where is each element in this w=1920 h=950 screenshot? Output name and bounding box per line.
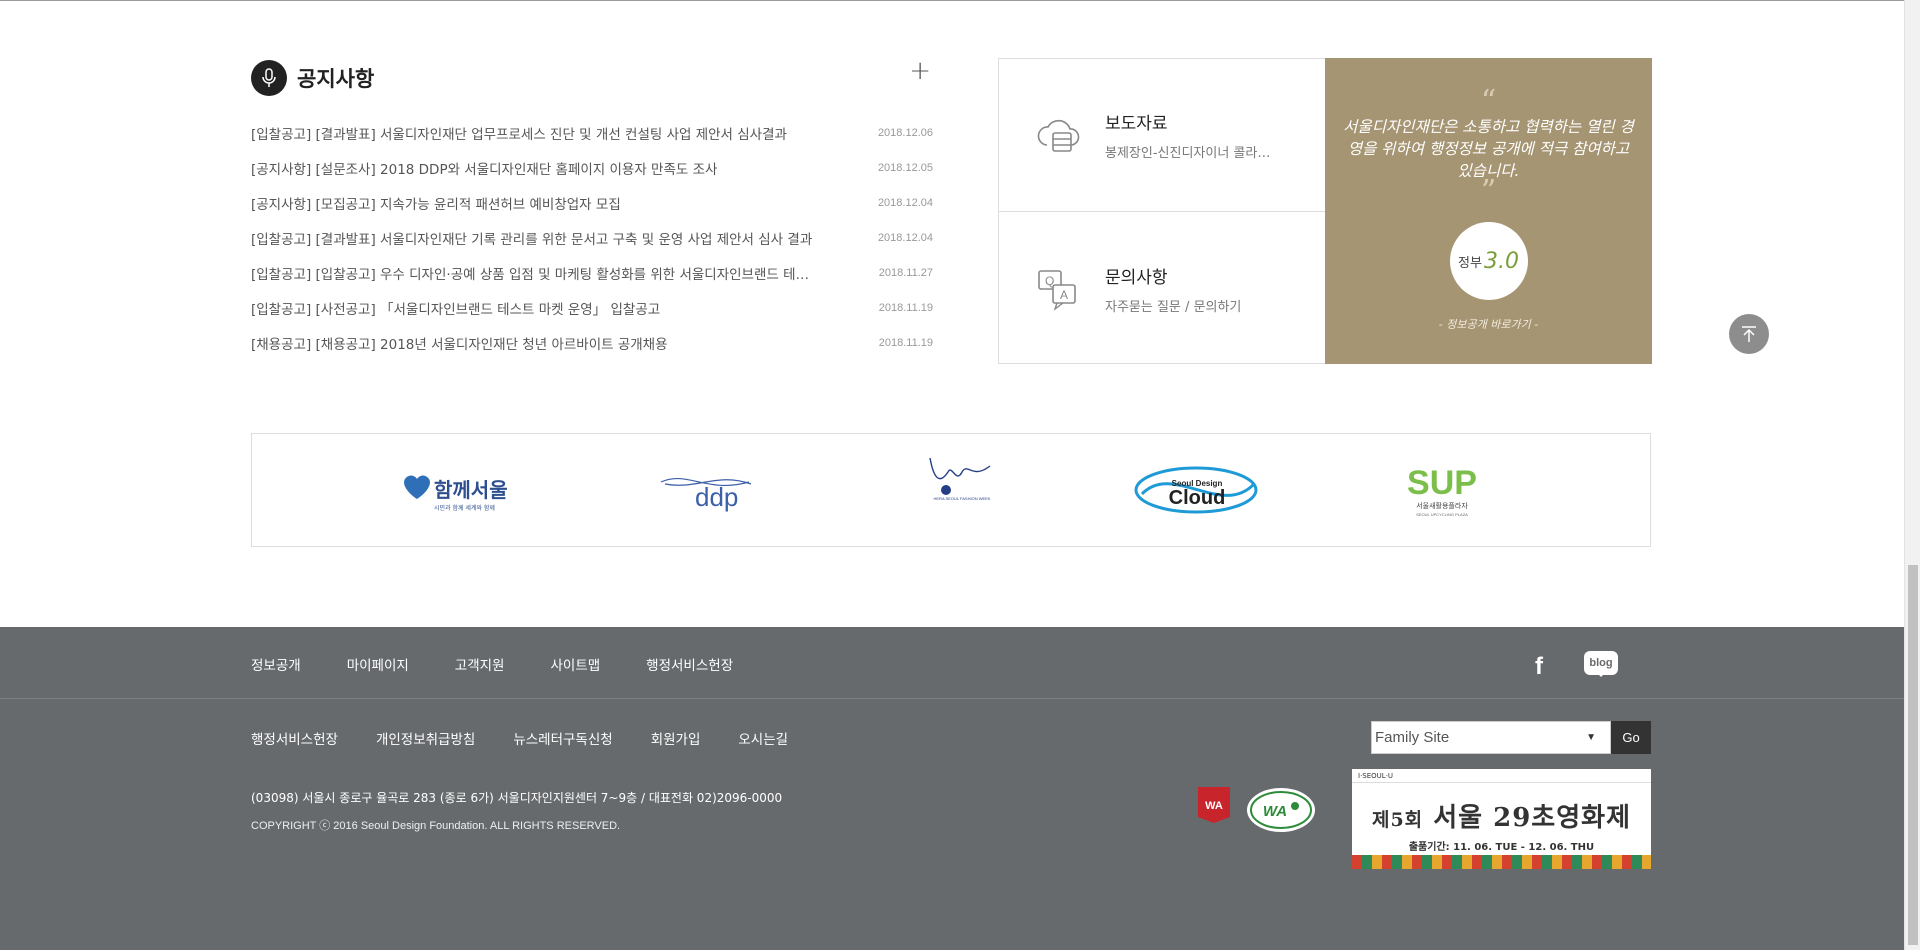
notice-item-text[interactable]: [입찰공고] [입찰공고] 우수 디자인·공예 상품 입점 및 마케팅 활성화를… bbox=[251, 263, 809, 283]
family-site-value: Family Site bbox=[1375, 729, 1450, 746]
footer-copyright: COPYRIGHT ⓒ 2016 Seoul Design Foundation… bbox=[251, 820, 621, 832]
fashion-week-text: HERA SEOUL FASHION WEEK bbox=[934, 496, 991, 501]
site-footer: 정보공개 마이페이지 고객지원 사이트맵 행정서비스헌장 f blog 행정서비… bbox=[0, 627, 1904, 950]
festival-edition: 제5회 bbox=[1371, 809, 1424, 831]
footer-main-nav: 정보공개 마이페이지 고객지원 사이트맵 행정서비스헌장 bbox=[251, 654, 779, 674]
festival-title: 서울 29초영화제 bbox=[1433, 803, 1631, 833]
festival-date: 출품기간: 11. 06. TUE - 12. 06. THU bbox=[1408, 842, 1595, 853]
quick-links-panel: 보도자료 봉제장인-신진디자이너 콜라… QA 문의사항 자주묻는 질문 / 문… bbox=[998, 58, 1652, 365]
sup-english-text: SEOUL UPCYCLING PLAZA bbox=[1416, 512, 1468, 517]
list-item[interactable]: [채용공고] [채용공고] 2018년 서울디자인재단 청년 아르바이트 공개채… bbox=[251, 325, 933, 360]
notice-item-text[interactable]: [입찰공고] [사전공고] 「서울디자인브랜드 테스트 마켓 운영」 입찰공고 bbox=[251, 298, 660, 318]
inquiry-link[interactable]: QA 문의사항 자주묻는 질문 / 문의하기 bbox=[999, 212, 1325, 365]
facebook-icon[interactable]: f bbox=[1535, 653, 1543, 681]
partner-logos-banner: 함께서울 시민과 함께 세계와 함께 ddp HERA SEOUL FASHIO… bbox=[251, 433, 1651, 547]
family-site-select[interactable]: Family Site ▼ bbox=[1371, 721, 1611, 754]
svg-text:WA: WA bbox=[1205, 800, 1223, 812]
notice-item-date: 2018.12.05 bbox=[877, 161, 933, 174]
footer-divider bbox=[0, 698, 1904, 699]
footer-link-directions[interactable]: 오시는길 bbox=[738, 728, 788, 748]
gov30-badge: 정부 3.0 bbox=[1449, 222, 1528, 300]
footer-sub-nav: 행정서비스헌장 개인정보취급방침 뉴스레터구독신청 회원가입 오시는길 bbox=[251, 728, 826, 748]
seoul-fashion-week-logo[interactable]: HERA SEOUL FASHION WEEK bbox=[912, 434, 1012, 546]
blog-icon[interactable]: blog bbox=[1584, 651, 1618, 677]
scroll-top-button[interactable] bbox=[1729, 314, 1769, 354]
notice-item-date: 2018.12.06 bbox=[877, 126, 933, 139]
notice-item-text[interactable]: [입찰공고] [결과발표] 서울디자인재단 기록 관리를 위한 문서고 구축 및… bbox=[251, 228, 812, 248]
notice-item-text[interactable]: [공지사항] [설문조사] 2018 DDP와 서울디자인재단 홈페이지 이용자… bbox=[251, 158, 717, 178]
cloud-main-text: Cloud bbox=[1169, 487, 1226, 509]
festival-decoration bbox=[1352, 855, 1651, 869]
inquiry-subtitle: 자주묻는 질문 / 문의하기 bbox=[1105, 299, 1242, 315]
page-scrollbar[interactable] bbox=[1904, 0, 1920, 950]
notice-section: 공지사항 + [입찰공고] [결과발표] 서울디자인재단 업무프로세스 진단 및… bbox=[251, 58, 933, 360]
ddp-logo[interactable]: ddp bbox=[657, 434, 757, 546]
arrow-up-icon bbox=[1742, 326, 1756, 342]
press-release-link[interactable]: 보도자료 봉제장인-신진디자이너 콜라… bbox=[999, 59, 1325, 212]
family-site-go-button[interactable]: Go bbox=[1611, 721, 1651, 754]
together-seoul-logo[interactable]: 함께서울 시민과 함께 세계와 함께 bbox=[392, 434, 522, 546]
list-item[interactable]: [공지사항] [모집공고] 지속가능 윤리적 패션허브 예비창업자 모집 2018… bbox=[251, 185, 933, 220]
svg-text:A: A bbox=[1060, 288, 1068, 302]
gov30-badge-version: 3.0 bbox=[1483, 248, 1519, 274]
footer-link-support[interactable]: 고객지원 bbox=[455, 654, 505, 674]
close-quote-icon: ” bbox=[1480, 174, 1497, 209]
sup-text: SUP bbox=[1407, 464, 1477, 502]
scrollbar-thumb[interactable] bbox=[1908, 565, 1918, 945]
chevron-down-icon: ▼ bbox=[1586, 732, 1596, 743]
notice-item-date: 2018.12.04 bbox=[877, 231, 933, 244]
notice-item-text[interactable]: [입찰공고] [결과발표] 서울디자인재단 업무프로세스 진단 및 개선 컨설팅… bbox=[251, 123, 787, 143]
open-quote-icon: “ bbox=[1480, 84, 1497, 119]
upcycling-plaza-logo[interactable]: SUP 서울새활용플라자 SEOUL UPCYCLING PLAZA bbox=[1392, 434, 1492, 546]
footer-link-join[interactable]: 회원가입 bbox=[651, 728, 701, 748]
notice-title: 공지사항 bbox=[297, 67, 375, 91]
list-item[interactable]: [입찰공고] [결과발표] 서울디자인재단 업무프로세스 진단 및 개선 컨설팅… bbox=[251, 115, 933, 150]
footer-address: (03098) 서울시 종로구 율곡로 283 (종로 6가) 서울디자인지원센… bbox=[251, 791, 783, 805]
footer-link-charter-sub[interactable]: 행정서비스헌장 bbox=[251, 728, 338, 748]
list-item[interactable]: [입찰공고] [입찰공고] 우수 디자인·공예 상품 입점 및 마케팅 활성화를… bbox=[251, 255, 933, 290]
notice-header: 공지사항 + bbox=[251, 58, 933, 98]
open-info-panel[interactable]: “ 서울디자인재단은 소통하고 협력하는 열린 경영을 위하여 행정정보 공개에… bbox=[1325, 58, 1652, 364]
open-info-quote: 서울디자인재단은 소통하고 협력하는 열린 경영을 위하여 행정정보 공개에 적… bbox=[1343, 118, 1634, 180]
open-info-link[interactable]: - 정보공개 바로가기 - bbox=[1325, 316, 1652, 332]
notice-item-date: 2018.11.19 bbox=[878, 336, 933, 349]
plus-icon[interactable]: + bbox=[909, 58, 931, 84]
inquiry-title: 문의사항 bbox=[1105, 267, 1168, 288]
list-item[interactable]: [입찰공고] [사전공고] 「서울디자인브랜드 테스트 마켓 운영」 입찰공고 2… bbox=[251, 290, 933, 325]
wa-certification-icon: WA bbox=[1198, 787, 1230, 833]
ddp-text: ddp bbox=[695, 482, 738, 512]
together-seoul-subtext: 시민과 함께 세계와 함께 bbox=[434, 504, 495, 512]
top-border bbox=[0, 0, 1904, 1]
footer-link-mypage[interactable]: 마이페이지 bbox=[347, 654, 409, 674]
svg-text:WA: WA bbox=[1263, 803, 1287, 820]
sup-korean-text: 서울새활용플라자 bbox=[1416, 501, 1468, 510]
footer-link-charter[interactable]: 행정서비스헌장 bbox=[646, 654, 733, 674]
notice-list: [입찰공고] [결과발표] 서울디자인재단 업무프로세스 진단 및 개선 컨설팅… bbox=[251, 115, 933, 360]
notice-item-text[interactable]: [공지사항] [모집공고] 지속가능 윤리적 패션허브 예비창업자 모집 bbox=[251, 193, 621, 213]
press-subtitle: 봉제장인-신진디자이너 콜라… bbox=[1105, 146, 1271, 161]
notice-item-date: 2018.11.27 bbox=[878, 266, 933, 279]
press-title: 보도자료 bbox=[1105, 114, 1168, 134]
list-item[interactable]: [입찰공고] [결과발표] 서울디자인재단 기록 관리를 위한 문서고 구축 및… bbox=[251, 220, 933, 255]
film-festival-banner[interactable]: I·SEOUL·U 제5회 서울 29초영화제 출품기간: 11. 06. TU… bbox=[1352, 769, 1651, 869]
notice-item-date: 2018.11.19 bbox=[878, 301, 933, 314]
footer-link-privacy[interactable]: 개인정보취급방침 bbox=[376, 728, 475, 748]
gov30-badge-text: 정부 bbox=[1458, 255, 1482, 271]
footer-link-newsletter[interactable]: 뉴스레터구독신청 bbox=[513, 728, 612, 748]
seoul-design-cloud-logo[interactable]: Seoul Design Cloud bbox=[1132, 434, 1262, 546]
notice-item-date: 2018.12.04 bbox=[877, 196, 933, 209]
web-accessibility-icon: WA bbox=[1245, 786, 1317, 834]
qa-bubble-icon: QA bbox=[1033, 263, 1085, 315]
cloud-server-icon bbox=[1033, 109, 1085, 161]
footer-link-info[interactable]: 정보공개 bbox=[251, 654, 301, 674]
festival-brand: I·SEOUL·U bbox=[1358, 771, 1394, 780]
list-item[interactable]: [공지사항] [설문조사] 2018 DDP와 서울디자인재단 홈페이지 이용자… bbox=[251, 150, 933, 185]
footer-link-sitemap[interactable]: 사이트맵 bbox=[550, 654, 600, 674]
microphone-icon bbox=[251, 60, 287, 96]
notice-item-text[interactable]: [채용공고] [채용공고] 2018년 서울디자인재단 청년 아르바이트 공개채… bbox=[251, 333, 668, 353]
together-seoul-text: 함께서울 bbox=[434, 478, 508, 502]
